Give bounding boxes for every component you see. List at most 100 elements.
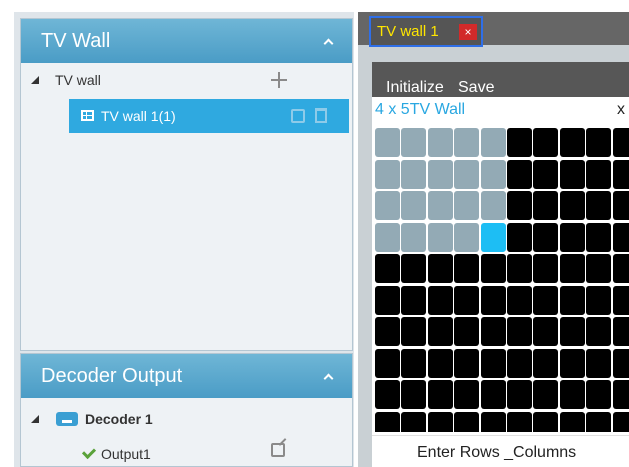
wall-cell[interactable]: [586, 128, 612, 157]
wall-cell[interactable]: [427, 254, 453, 283]
wall-cell[interactable]: [559, 191, 585, 220]
wall-cell[interactable]: [427, 348, 453, 378]
wall-cell[interactable]: [559, 285, 585, 315]
wall-cell[interactable]: [586, 317, 612, 346]
wall-cell[interactable]: [507, 128, 532, 157]
wall-cell[interactable]: [401, 348, 427, 378]
wall-cell[interactable]: [401, 191, 427, 220]
wall-cell[interactable]: [480, 380, 506, 409]
wall-cell[interactable]: [586, 411, 612, 432]
wall-cell[interactable]: [586, 254, 612, 283]
edit-icon[interactable]: [291, 109, 305, 123]
wall-cell[interactable]: [480, 411, 506, 432]
wall-cell[interactable]: [533, 222, 559, 252]
wall-cell[interactable]: [375, 222, 400, 252]
wall-cell[interactable]: [375, 380, 400, 409]
wall-cell[interactable]: [507, 348, 532, 378]
wall-cell[interactable]: [586, 159, 612, 189]
wall-cell[interactable]: [507, 159, 532, 189]
wall-cell[interactable]: [559, 411, 585, 432]
wall-cell[interactable]: [427, 128, 453, 157]
wall-cell[interactable]: [612, 380, 629, 409]
wall-cell[interactable]: [427, 159, 453, 189]
initialize-button[interactable]: Initialize: [386, 79, 444, 97]
wall-cell[interactable]: [454, 222, 480, 252]
wall-cell[interactable]: [375, 159, 400, 189]
wall-cell[interactable]: [480, 222, 506, 252]
wall-cell[interactable]: [586, 380, 612, 409]
wall-cell[interactable]: [533, 317, 559, 346]
wall-cell[interactable]: [401, 411, 427, 432]
wall-cell[interactable]: [427, 222, 453, 252]
wall-cell[interactable]: [401, 380, 427, 409]
tree-root-tvwall[interactable]: TV wall: [21, 63, 352, 97]
wall-cell[interactable]: [401, 285, 427, 315]
wall-cell[interactable]: [454, 285, 480, 315]
wall-cell[interactable]: [427, 317, 453, 346]
wall-cell[interactable]: [586, 191, 612, 220]
wall-cell[interactable]: [454, 317, 480, 346]
tab-tv-wall-1[interactable]: TV wall 1 ×: [369, 16, 483, 47]
wall-cell[interactable]: [507, 380, 532, 409]
tvwall-panel-header[interactable]: TV Wall: [21, 19, 352, 63]
wall-cell[interactable]: [427, 285, 453, 315]
tree-item-tvwall-1[interactable]: TV wall 1(1): [69, 99, 349, 133]
close-icon[interactable]: x: [617, 101, 625, 119]
collapse-decoder-button[interactable]: [318, 366, 338, 386]
wall-cell[interactable]: [533, 128, 559, 157]
wall-cell[interactable]: [559, 222, 585, 252]
wall-cell[interactable]: [507, 254, 532, 283]
expand-triangle-icon[interactable]: [31, 415, 39, 423]
wall-cell[interactable]: [507, 285, 532, 315]
wall-cell[interactable]: [480, 285, 506, 315]
wall-cell[interactable]: [612, 348, 629, 378]
wall-cell[interactable]: [533, 285, 559, 315]
collapse-tvwall-button[interactable]: [318, 31, 338, 51]
wall-cell[interactable]: [427, 191, 453, 220]
wall-cell[interactable]: [559, 128, 585, 157]
wall-cell[interactable]: [559, 317, 585, 346]
plus-icon[interactable]: [271, 72, 287, 88]
wall-cell[interactable]: [401, 128, 427, 157]
wall-cell[interactable]: [454, 159, 480, 189]
wall-cell[interactable]: [533, 411, 559, 432]
wall-cell[interactable]: [559, 380, 585, 409]
edit-icon[interactable]: [271, 443, 285, 457]
tree-item-output-1[interactable]: Output1: [21, 436, 352, 467]
wall-cell[interactable]: [401, 254, 427, 283]
wall-cell[interactable]: [612, 411, 629, 432]
wall-cell[interactable]: [533, 254, 559, 283]
wall-cell[interactable]: [612, 222, 629, 252]
wall-cell[interactable]: [375, 348, 400, 378]
wall-cell[interactable]: [401, 222, 427, 252]
wall-cell[interactable]: [401, 159, 427, 189]
wall-cell[interactable]: [375, 254, 400, 283]
wall-cell[interactable]: [559, 159, 585, 189]
wall-cell[interactable]: [375, 411, 400, 432]
tree-item-decoder-1[interactable]: Decoder 1: [21, 402, 352, 436]
wall-cell[interactable]: [612, 159, 629, 189]
wall-cell[interactable]: [480, 317, 506, 346]
expand-triangle-icon[interactable]: [31, 76, 39, 84]
wall-cell[interactable]: [401, 317, 427, 346]
wall-cell[interactable]: [559, 348, 585, 378]
trash-icon[interactable]: [315, 108, 327, 123]
wall-cell[interactable]: [375, 191, 400, 220]
wall-cell[interactable]: [480, 128, 506, 157]
wall-cell[interactable]: [559, 254, 585, 283]
wall-cell[interactable]: [612, 191, 629, 220]
wall-cell[interactable]: [454, 411, 480, 432]
wall-cell[interactable]: [586, 285, 612, 315]
wall-cell[interactable]: [480, 159, 506, 189]
wall-cell[interactable]: [454, 380, 480, 409]
wall-cell[interactable]: [427, 411, 453, 432]
decoder-panel-header[interactable]: Decoder Output: [21, 354, 352, 398]
wall-cell[interactable]: [533, 348, 559, 378]
wall-cell[interactable]: [612, 285, 629, 315]
wall-cell[interactable]: [612, 128, 629, 157]
wall-cell[interactable]: [612, 317, 629, 346]
wall-cell[interactable]: [533, 380, 559, 409]
wall-cell[interactable]: [612, 254, 629, 283]
wall-cell[interactable]: [586, 348, 612, 378]
wall-cell[interactable]: [454, 254, 480, 283]
